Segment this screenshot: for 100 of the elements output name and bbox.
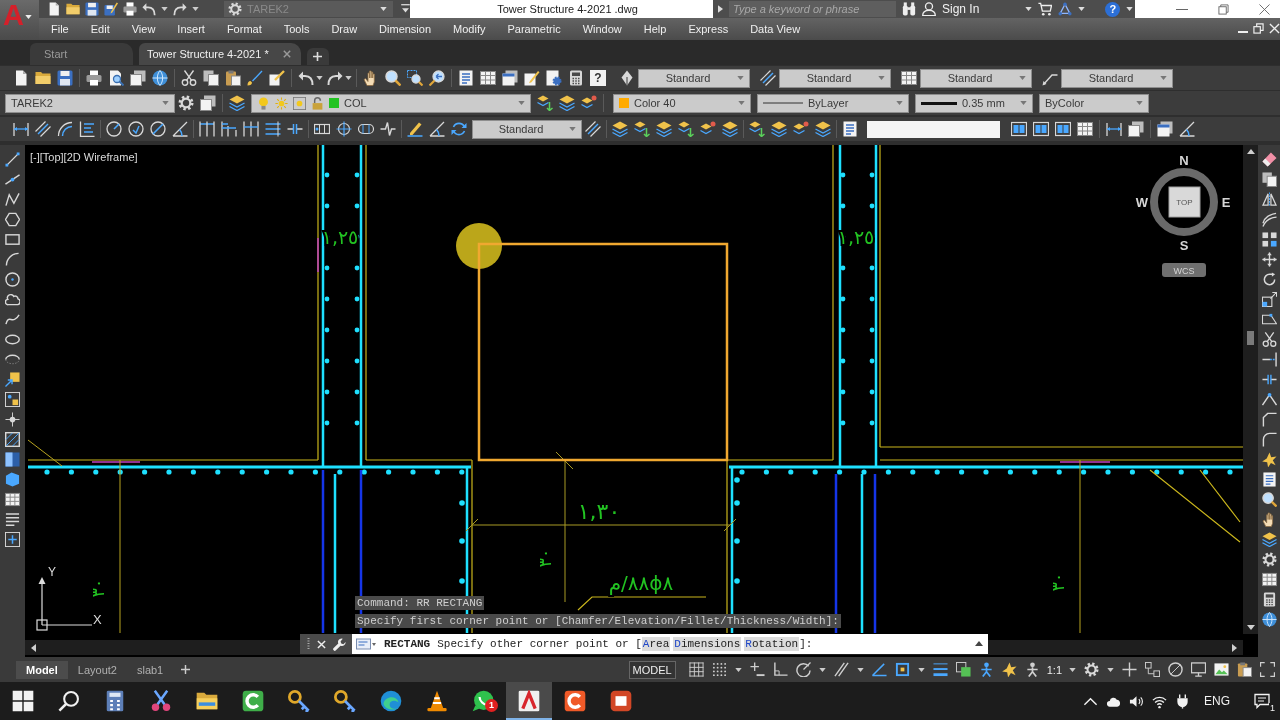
mirror-triangles-icon[interactable] xyxy=(1261,192,1277,207)
block-insert-icon[interactable] xyxy=(5,372,20,387)
open-lock-icon[interactable] xyxy=(311,96,324,110)
language-indicator[interactable]: ENG xyxy=(1204,694,1230,708)
compass-ring[interactable] xyxy=(1150,168,1218,236)
clipboard-icon[interactable] xyxy=(1237,662,1252,677)
block-icon[interactable] xyxy=(5,392,20,407)
grid-table-icon[interactable] xyxy=(1261,572,1277,587)
layer-stack-dot-icon[interactable] xyxy=(793,121,809,137)
polyline-icon[interactable] xyxy=(5,192,20,207)
plug-icon[interactable] xyxy=(1175,693,1190,709)
caret-icon[interactable] xyxy=(917,667,925,672)
command-option[interactable]: Rotation xyxy=(744,637,800,651)
layer-stack-arrow-icon[interactable] xyxy=(749,121,765,137)
break-line-icon[interactable] xyxy=(1261,372,1277,387)
scale-squares-icon[interactable] xyxy=(1261,292,1277,307)
property-sheet-icon[interactable] xyxy=(458,70,474,86)
menu-item[interactable]: Draw xyxy=(331,23,358,35)
property-sheet-icon[interactable] xyxy=(1261,472,1277,487)
plus-icon[interactable] xyxy=(1122,662,1137,677)
spline-icon[interactable] xyxy=(5,312,20,327)
ordinate-dimension-icon[interactable] xyxy=(79,121,95,137)
gear-sheet-icon[interactable] xyxy=(546,70,562,86)
down-arrow-icon[interactable] xyxy=(1246,625,1255,630)
page-magnifier-icon[interactable] xyxy=(108,70,124,86)
layer-dropdown[interactable]: COL xyxy=(251,93,531,113)
page-stack-icon[interactable] xyxy=(1128,121,1144,137)
scissors-icon[interactable] xyxy=(181,70,197,86)
lineweight-bars-icon[interactable] xyxy=(932,662,948,677)
globe-icon[interactable] xyxy=(1261,612,1277,627)
close-icon[interactable] xyxy=(282,50,291,58)
viewport-panes-icon[interactable] xyxy=(1033,121,1049,137)
layer-stack-icon[interactable] xyxy=(771,121,787,137)
style-dropdown[interactable]: Standard xyxy=(472,119,582,139)
compass-letter[interactable]: E xyxy=(1221,195,1231,210)
caret-icon[interactable] xyxy=(818,667,826,672)
angle-line-icon[interactable] xyxy=(871,662,887,677)
stick-figure-icon[interactable] xyxy=(1024,662,1040,677)
caret-icon[interactable] xyxy=(734,667,742,672)
property-sheet-icon[interactable] xyxy=(842,121,858,137)
sign-in-link[interactable]: Sign In xyxy=(942,2,980,16)
caret-icon[interactable] xyxy=(345,76,352,80)
dotted-grid-icon[interactable] xyxy=(711,662,727,677)
layout-tab[interactable]: Model xyxy=(16,660,68,679)
point-icon[interactable] xyxy=(5,412,20,427)
grip-handle-icon[interactable] xyxy=(306,637,310,651)
horizontal-scrollbar[interactable]: RECTANG Specify other corner point or [Area Dimensions Rotation]: xyxy=(25,634,1243,655)
paintbrush-icon[interactable] xyxy=(247,70,263,86)
ellipse-icon[interactable] xyxy=(5,332,20,347)
ellipse-arc-icon[interactable] xyxy=(5,352,20,367)
caret-icon[interactable] xyxy=(1078,7,1086,11)
wrench-icon[interactable] xyxy=(332,637,346,651)
rectangle-icon[interactable] xyxy=(5,232,20,247)
star-icon[interactable] xyxy=(1261,452,1277,467)
caret-icon[interactable] xyxy=(316,76,323,80)
chamfer-corner-icon[interactable] xyxy=(1261,412,1277,427)
dimension-spacing-icon[interactable] xyxy=(265,121,281,137)
menu-item[interactable]: View xyxy=(131,23,156,35)
binoculars-icon[interactable] xyxy=(902,2,916,16)
line-icon[interactable] xyxy=(5,152,20,167)
crosshair-circle-icon[interactable] xyxy=(336,121,352,137)
linetype-dropdown[interactable]: ByLayer xyxy=(757,93,909,113)
taskbar-button[interactable] xyxy=(506,682,552,720)
pen-nib-icon[interactable] xyxy=(619,70,635,86)
arc-icon[interactable] xyxy=(5,252,20,267)
dimension-line-icon[interactable] xyxy=(13,121,29,137)
help-button[interactable]: ? xyxy=(590,70,606,86)
page-stack-icon[interactable] xyxy=(200,95,216,111)
calculator-icon[interactable] xyxy=(568,70,584,86)
compass-letter[interactable]: N xyxy=(1179,153,1189,168)
notification-button[interactable]: 1 xyxy=(1254,691,1274,711)
menu-item[interactable]: Window xyxy=(582,23,622,35)
tolerance-frame-icon[interactable] xyxy=(314,121,330,137)
layer-stack-icon[interactable] xyxy=(722,121,738,137)
square-grid-icon[interactable] xyxy=(688,662,704,677)
snap-square-icon[interactable] xyxy=(894,662,910,677)
monitor-icon[interactable] xyxy=(1191,662,1206,677)
viewport-panes-icon[interactable] xyxy=(1011,121,1027,137)
caret-icon[interactable] xyxy=(192,7,199,11)
search-field[interactable]: Type a keyword or phrase xyxy=(729,1,896,17)
arc-dimension-icon[interactable] xyxy=(57,121,73,137)
new-tab-button[interactable] xyxy=(306,48,329,65)
layer-state-dropdown[interactable]: TAREK2 xyxy=(5,93,175,113)
grid-table-icon[interactable] xyxy=(1077,121,1093,137)
caret-icon[interactable] xyxy=(1025,7,1033,11)
viewport-panes-icon[interactable] xyxy=(1055,121,1071,137)
move-arrows-icon[interactable] xyxy=(1261,252,1277,267)
cart-icon[interactable] xyxy=(1038,2,1053,16)
folder-icon[interactable] xyxy=(66,2,80,16)
plot-style-dropdown[interactable]: ByColor xyxy=(1039,93,1149,113)
right-angle-icon[interactable] xyxy=(772,662,788,677)
scroll-thumb[interactable] xyxy=(1247,331,1254,345)
top-face-button[interactable]: TOP xyxy=(1168,186,1201,218)
hatch-icon[interactable] xyxy=(5,432,20,447)
disk-pencil-icon[interactable] xyxy=(104,2,118,16)
layer-stack-icon[interactable] xyxy=(656,121,672,137)
filled-polygon-icon[interactable] xyxy=(5,472,20,487)
menu-item[interactable]: Tools xyxy=(283,23,310,35)
layer-stack-arrow-icon[interactable] xyxy=(537,95,553,111)
picture-icon[interactable] xyxy=(1214,662,1229,677)
